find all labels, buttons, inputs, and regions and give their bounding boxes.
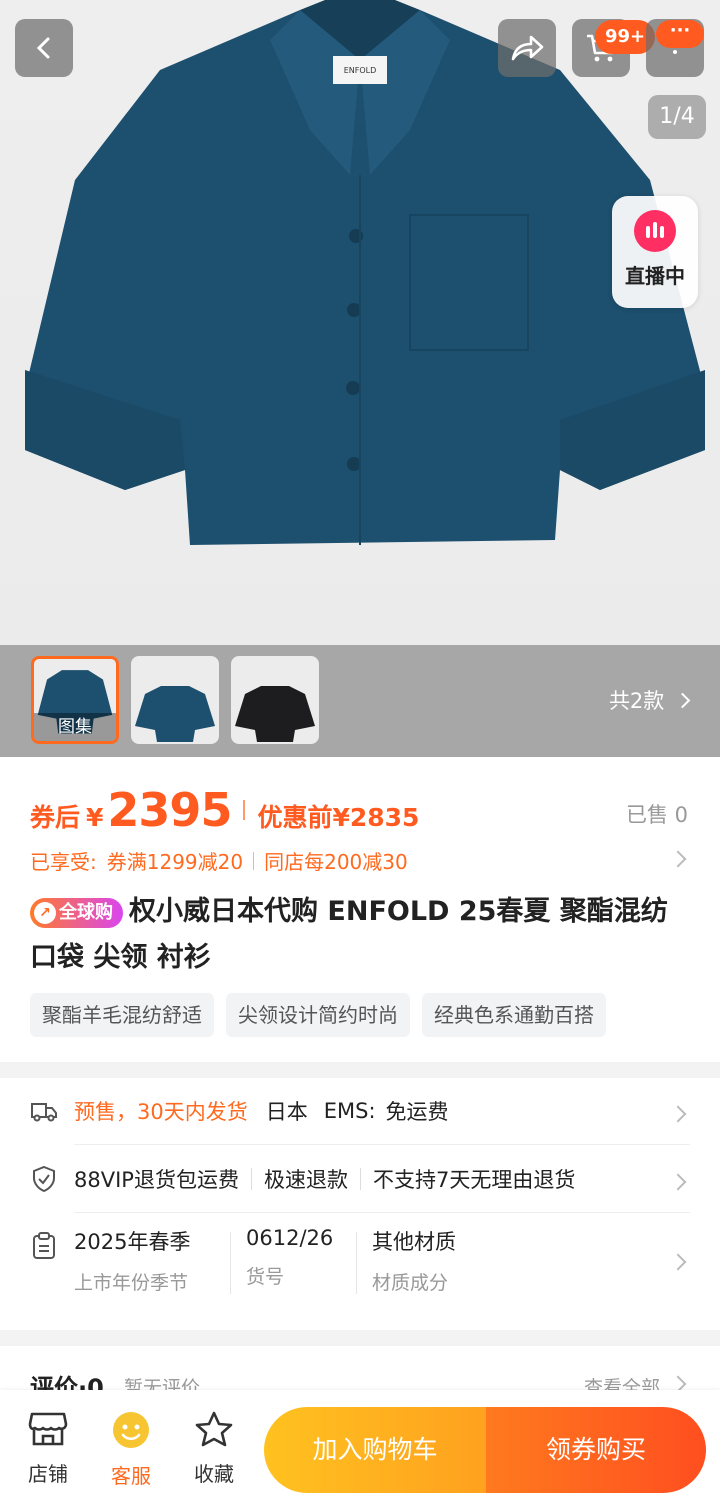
price-divider	[243, 800, 246, 820]
promo-divider	[253, 851, 255, 870]
divider	[74, 1144, 690, 1145]
attr-value: 其他材质	[372, 1230, 456, 1254]
thumbnail-caption: 图集	[34, 713, 116, 741]
thumbnail-blue[interactable]	[131, 656, 219, 744]
star-icon	[195, 1411, 233, 1447]
attr-value: 0612/26	[246, 1226, 334, 1250]
after-coupon-price: 2395	[107, 783, 232, 837]
promotion-row[interactable]: 已享受: 券满1299减20 同店每200减30	[30, 846, 408, 875]
add-to-cart-button[interactable]: 加入购物车	[264, 1407, 486, 1493]
live-icon	[634, 210, 676, 252]
shipping-row[interactable]: 预售，30天内发货 日本 EMS: 免运费	[30, 1096, 690, 1126]
shop-button[interactable]: 店铺	[18, 1410, 78, 1487]
product-title-text: 权小威日本代购 ENFOLD 25春夏 聚酯混纺 口袋 尖领 衬衫	[30, 896, 668, 973]
back-arrow-icon	[36, 37, 50, 59]
guarantee-1: 88VIP退货包运费	[74, 1168, 239, 1192]
guarantee-divider	[250, 1168, 252, 1190]
promo-2: 同店每200减30	[264, 850, 408, 874]
shield-icon	[33, 1165, 55, 1193]
after-coupon-label: 券后	[30, 803, 81, 832]
live-stream-button[interactable]: 直播中	[612, 196, 698, 308]
store-icon	[28, 1412, 68, 1446]
feature-tag: 尖领设计简约时尚	[226, 993, 410, 1037]
image-counter: 1/4	[648, 95, 706, 139]
clipboard-icon	[33, 1232, 55, 1259]
thumbnail-gallery[interactable]: 图集	[31, 656, 119, 744]
divider	[74, 1212, 690, 1213]
shop-label: 店铺	[28, 1462, 68, 1486]
styles-count-link[interactable]: 共2款	[608, 685, 691, 715]
attr-value: 2025年春季	[74, 1230, 191, 1254]
chevron-right-icon	[669, 850, 687, 868]
product-title: ↗ 全球购 权小威日本代购 ENFOLD 25春夏 聚酯混纺 口袋 尖领 衬衫	[30, 889, 690, 981]
thumbnail-image	[235, 686, 315, 742]
share-icon	[511, 35, 544, 61]
attr-divider	[230, 1232, 231, 1294]
shirt-image: ENFOLD	[25, 0, 705, 545]
coupon-buy-button[interactable]: 领券购买	[486, 1407, 706, 1493]
more-badge: ···	[656, 20, 704, 48]
customer-service-button[interactable]: 客服	[101, 1410, 161, 1489]
attr-divider	[356, 1232, 357, 1294]
product-detail-page: ENFOLD 99+ ··· 1/4 直播中 图集 共2款 券后 ¥ 2395 …	[0, 0, 720, 1509]
share-button[interactable]	[498, 19, 556, 77]
price-row: 券后 ¥ 2395 优惠前¥2835	[30, 783, 419, 837]
guarantee-2: 极速退款	[263, 1168, 348, 1192]
feature-tag: 经典色系通勤百搭	[422, 993, 606, 1037]
attr-item-number[interactable]: 0612/26 货号	[246, 1226, 333, 1289]
styles-count-label: 共2款	[608, 689, 665, 713]
guarantee-3: 不支持7天无理由退货	[372, 1168, 576, 1192]
shipping-method: EMS:	[323, 1099, 376, 1123]
svg-text:ENFOLD: ENFOLD	[344, 66, 377, 75]
favorite-button[interactable]: 收藏	[184, 1410, 244, 1487]
feature-tag: 聚酯羊毛混纺舒适	[30, 993, 214, 1037]
promo-prefix: 已享受:	[30, 850, 97, 874]
currency-symbol: ¥	[86, 803, 104, 832]
before-discount-price: 优惠前¥2835	[257, 803, 420, 832]
guarantee-row[interactable]: 88VIP退货包运费 极速退款 不支持7天无理由退货	[30, 1164, 690, 1194]
bottom-action-bar: 店铺 客服 收藏 加入购物车 领券购买	[0, 1390, 720, 1509]
customer-service-label: 客服	[111, 1464, 151, 1488]
promo-1: 券满1299减20	[106, 850, 244, 874]
favorite-label: 收藏	[194, 1462, 234, 1486]
product-hero-image[interactable]: ENFOLD 99+ ··· 1/4 直播中	[0, 0, 720, 645]
attr-key: 上市年份季节	[74, 1272, 189, 1294]
shipping-origin: 日本	[265, 1100, 308, 1124]
price-card: 券后 ¥ 2395 优惠前¥2835 已售 0 已享受: 券满1299减20 同…	[0, 757, 720, 1062]
shipping-highlight: 预售，30天内发货	[74, 1100, 248, 1124]
global-icon: ↗	[34, 902, 56, 924]
truck-icon	[31, 1103, 57, 1122]
thumbnail-black[interactable]	[231, 656, 319, 744]
thumbnail-image	[135, 686, 215, 742]
feature-tags: 聚酯羊毛混纺舒适 尖领设计简约时尚 经典色系通勤百搭	[30, 993, 606, 1037]
attr-key: 货号	[246, 1266, 285, 1288]
attr-key: 材质成分	[372, 1272, 449, 1294]
guarantee-divider	[359, 1168, 361, 1190]
customer-service-icon	[113, 1412, 149, 1448]
attr-season[interactable]: 2025年春季 上市年份季节	[74, 1226, 190, 1295]
chevron-right-icon	[674, 692, 691, 709]
back-button[interactable]	[15, 19, 73, 77]
variant-thumbnail-strip: 图集 共2款	[0, 645, 720, 757]
global-purchase-badge: ↗ 全球购	[30, 898, 123, 928]
attr-material[interactable]: 其他材质 材质成分	[372, 1226, 456, 1295]
shipping-fee: 免运费	[385, 1100, 449, 1124]
sold-count: 已售 0	[625, 803, 688, 827]
global-badge-label: 全球购	[59, 902, 113, 923]
live-label: 直播中	[625, 264, 685, 288]
